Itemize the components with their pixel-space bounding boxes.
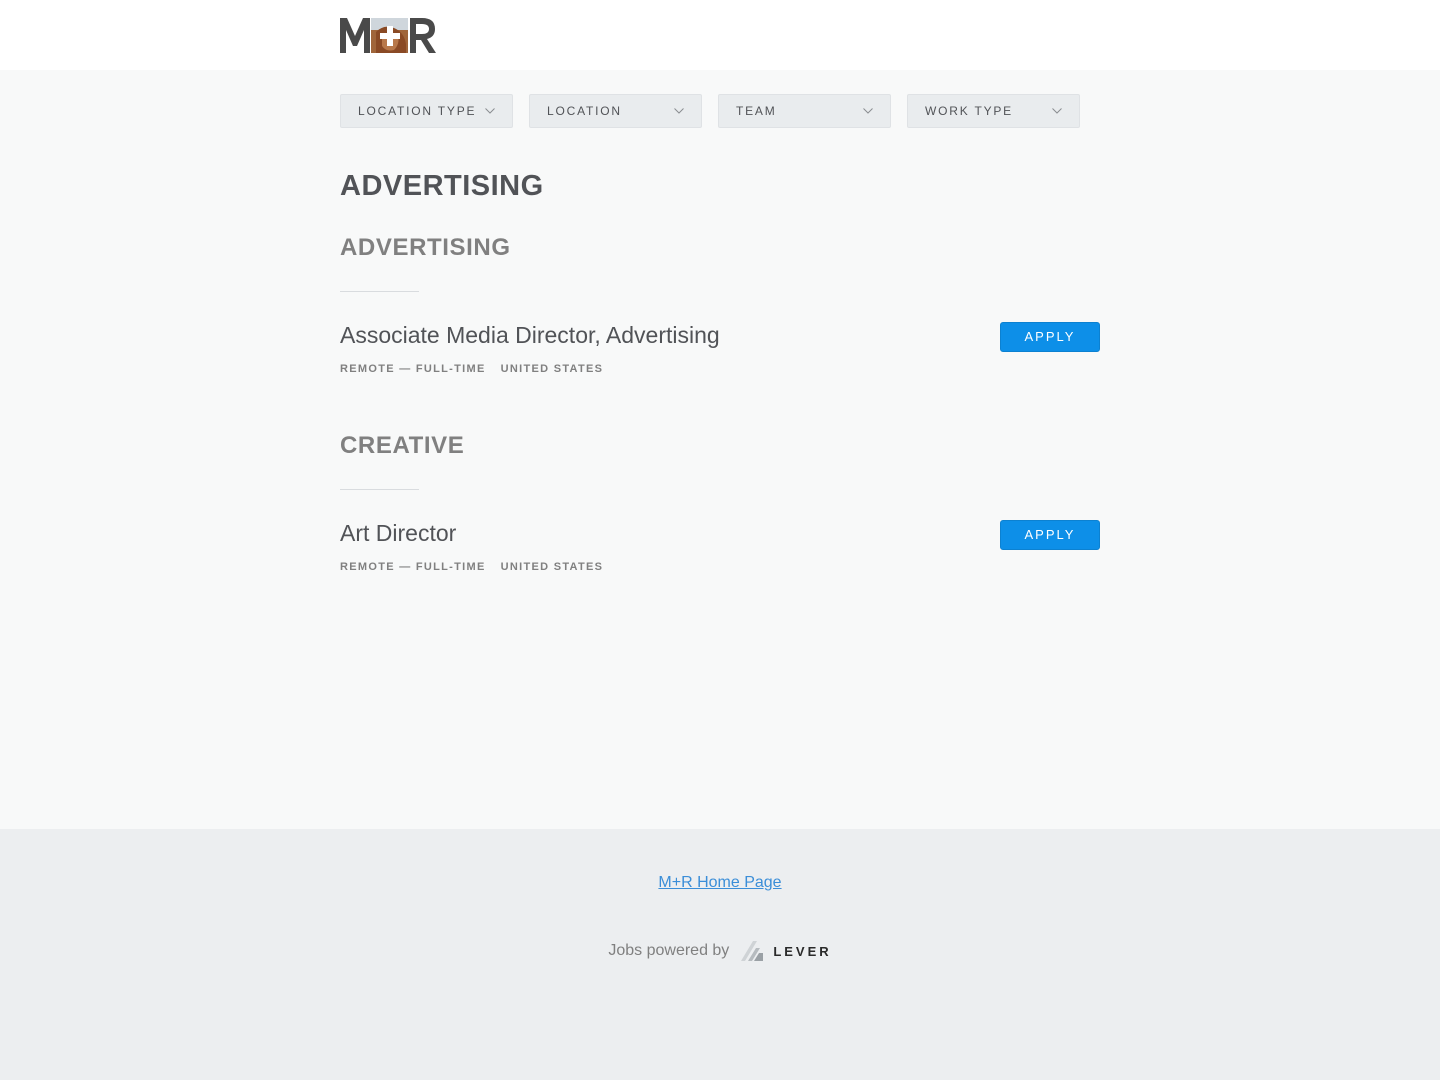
mr-logo-icon <box>340 18 436 53</box>
home-link-wrapper: M+R Home Page <box>0 874 1440 892</box>
chevron-down-icon <box>863 108 873 114</box>
chevron-down-icon <box>1052 108 1062 114</box>
group-divider <box>340 291 419 292</box>
group-divider <box>340 489 419 490</box>
filter-label: WORK TYPE <box>925 104 1013 118</box>
chevron-down-icon <box>485 108 495 114</box>
company-logo[interactable] <box>340 18 436 53</box>
posting-location: UNITED STATES <box>500 363 604 375</box>
posting-commitment: REMOTE — FULL-TIME <box>340 363 486 375</box>
lever-icon <box>741 941 764 961</box>
filter-label: LOCATION <box>547 104 622 118</box>
posting-commitment: REMOTE — FULL-TIME <box>340 561 486 573</box>
page-footer: M+R Home Page Jobs powered by LEVER <box>0 829 1440 1080</box>
group-title-advertising: ADVERTISING <box>340 234 511 261</box>
posting-meta: REMOTE — FULL-TIME UNITED STATES <box>340 561 603 573</box>
group-title-creative: CREATIVE <box>340 432 465 459</box>
apply-button[interactable]: APPLY <box>1000 322 1100 352</box>
apply-button[interactable]: APPLY <box>1000 520 1100 550</box>
filter-location-type[interactable]: LOCATION TYPE <box>340 94 513 128</box>
filter-team[interactable]: TEAM <box>718 94 891 128</box>
chevron-down-icon <box>674 108 684 114</box>
lever-wordmark: LEVER <box>773 943 832 959</box>
posting-location: UNITED STATES <box>500 561 604 573</box>
home-page-link[interactable]: M+R Home Page <box>658 874 781 891</box>
powered-by: Jobs powered by LEVER <box>0 939 1440 963</box>
posting-title-link[interactable]: Art Director <box>340 520 456 547</box>
department-title: ADVERTISING <box>340 170 544 202</box>
filter-label: LOCATION TYPE <box>358 104 477 118</box>
posting-title-link[interactable]: Associate Media Director, Advertising <box>340 322 720 349</box>
lever-logo[interactable]: LEVER <box>739 939 831 963</box>
top-bar <box>0 0 1440 70</box>
powered-by-text: Jobs powered by <box>608 942 730 959</box>
filter-location[interactable]: LOCATION <box>529 94 702 128</box>
filter-bar: LOCATION TYPE LOCATION TEAM WORK TYPE <box>340 94 1080 128</box>
filter-work-type[interactable]: WORK TYPE <box>907 94 1080 128</box>
filter-label: TEAM <box>736 104 777 118</box>
posting-meta: REMOTE — FULL-TIME UNITED STATES <box>340 363 603 375</box>
